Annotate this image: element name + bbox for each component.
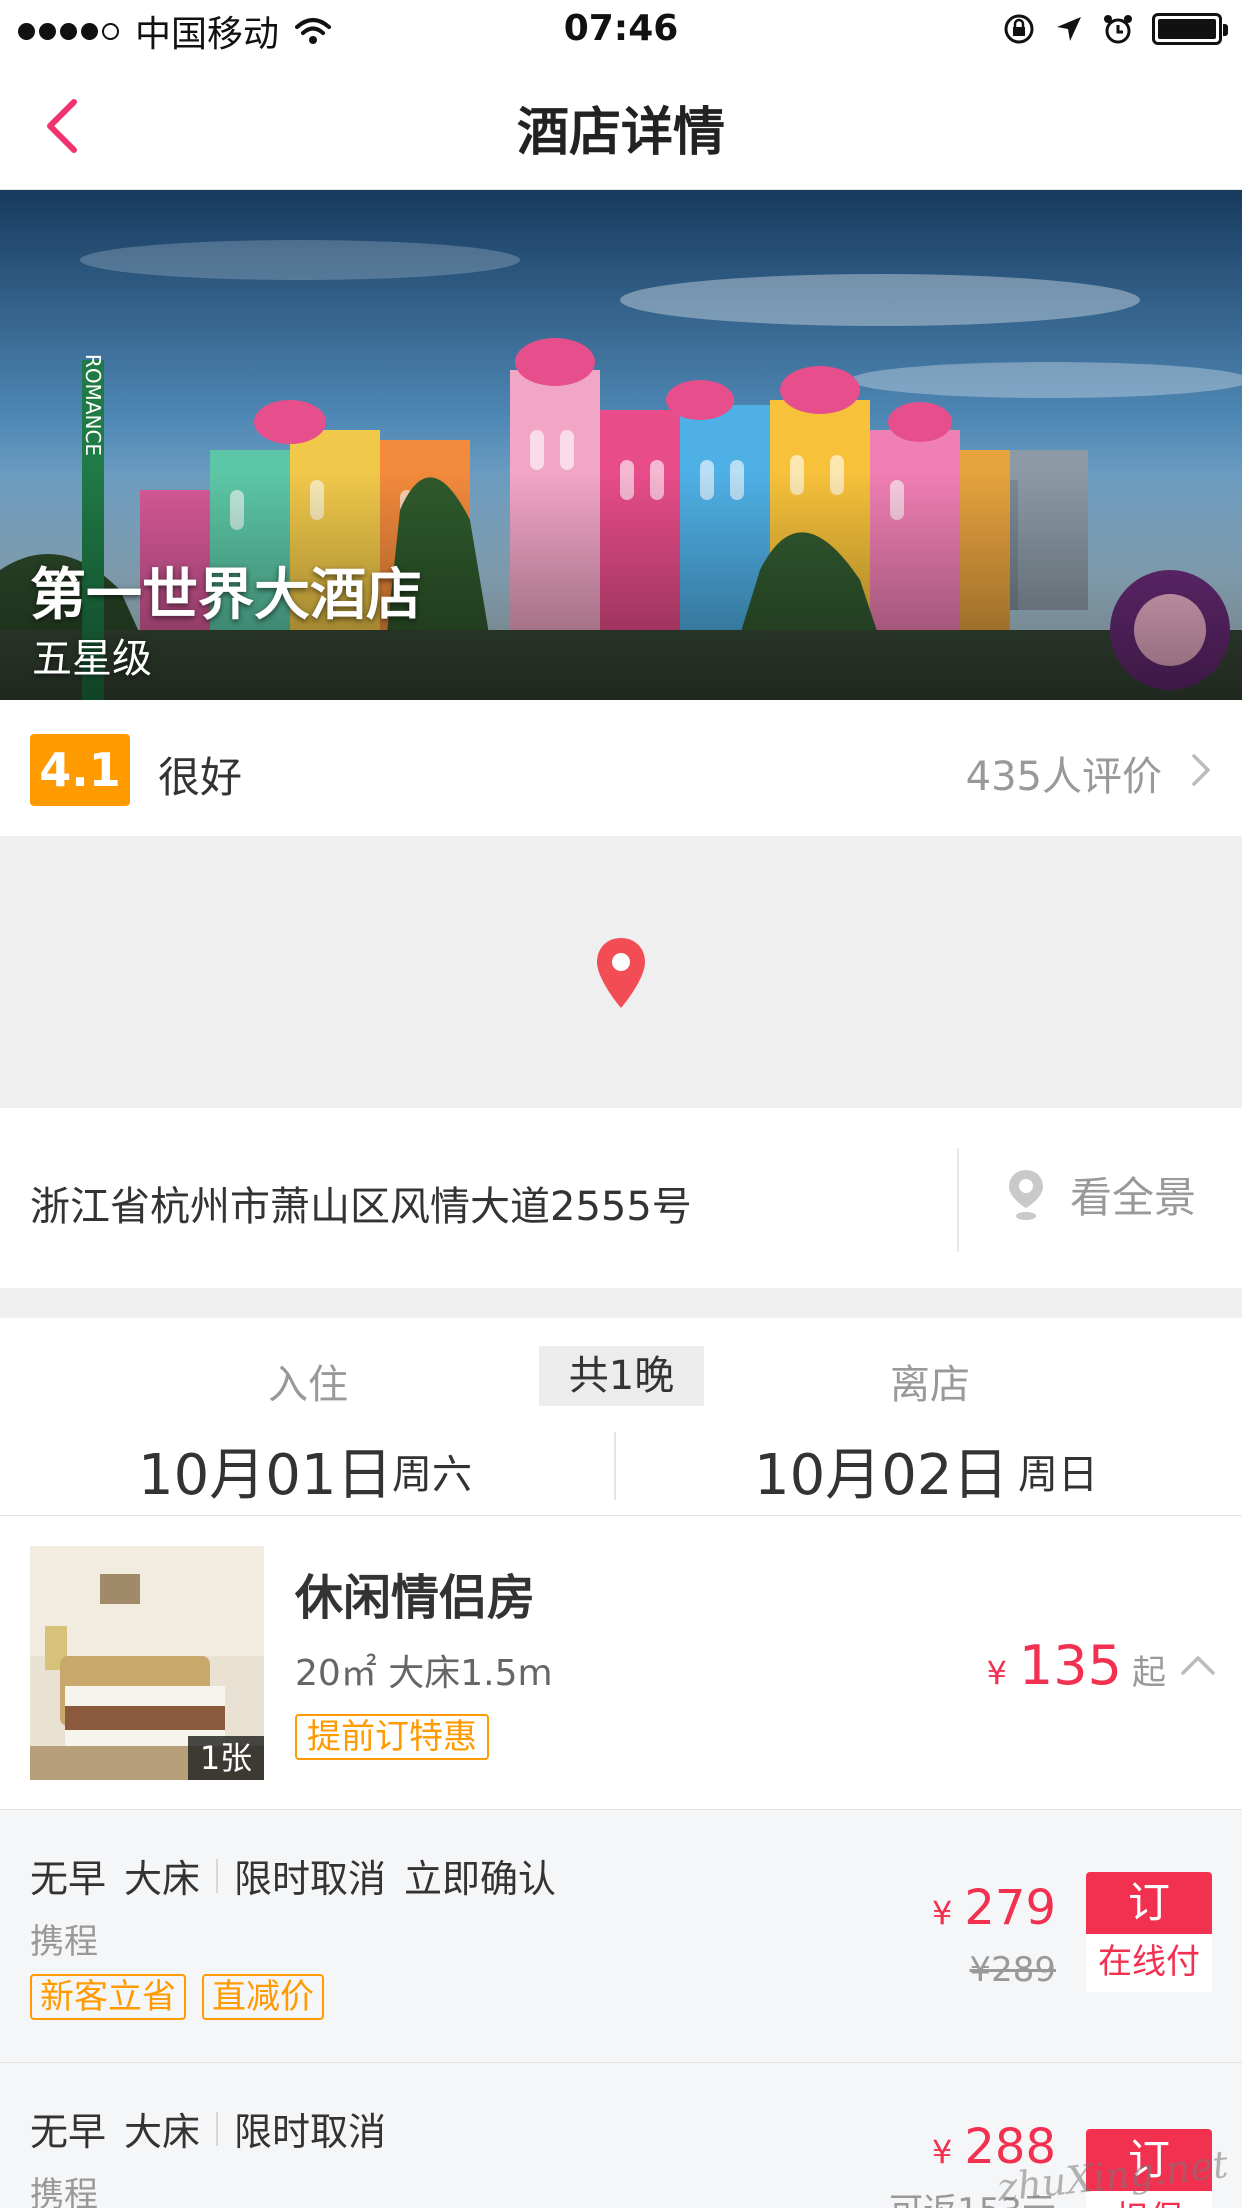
checkin-date[interactable]: 10月01日 bbox=[138, 1430, 393, 1511]
plan-bed: 大床 bbox=[124, 1857, 201, 1901]
plan-source: 携程 bbox=[30, 1922, 98, 1962]
status-bar: 中国移动 07:46 bbox=[0, 0, 1242, 62]
location-arrow-icon bbox=[1057, 17, 1081, 41]
checkin-label: 入住 bbox=[268, 1362, 348, 1408]
plan-title: 无早 大床 限时取消 立即确认 bbox=[30, 1848, 556, 1903]
book-label: 订 bbox=[1086, 1872, 1212, 1934]
plan-meal: 无早 bbox=[30, 2110, 107, 2154]
plan-confirm: 立即确认 bbox=[404, 1857, 557, 1901]
promo-tag: 直减价 bbox=[202, 1974, 324, 2020]
hotel-name: 第一世界大酒店 bbox=[30, 563, 422, 628]
panorama-label: 看全景 bbox=[1070, 1173, 1197, 1222]
alarm-icon bbox=[1104, 15, 1132, 44]
room-spec: 20㎡ 大床1.5m bbox=[295, 1653, 553, 1694]
plan-price-amount: 279 bbox=[964, 1880, 1056, 1936]
map-view[interactable] bbox=[0, 836, 1242, 1108]
hotel-photo-banner[interactable]: ROMANCE 第一世界大酒店 五星级 bbox=[0, 190, 1242, 700]
promo-tag: 提前订特惠 bbox=[295, 1714, 489, 1760]
nav-bar: 酒店详情 bbox=[0, 62, 1242, 190]
battery-icon bbox=[1152, 13, 1228, 45]
rating-label: 很好 bbox=[158, 753, 243, 802]
plan-tags: 新客立省 直减价 bbox=[30, 1974, 324, 2020]
checkout-date[interactable]: 10月02日 bbox=[754, 1430, 1009, 1511]
room-photo[interactable]: 1张 bbox=[30, 1546, 264, 1780]
review-count-link[interactable]: 435人评价 bbox=[966, 744, 1162, 802]
price-from-label: 起 bbox=[1132, 1653, 1166, 1693]
plan-meal: 无早 bbox=[30, 1857, 107, 1901]
plan-policy: 限时取消 bbox=[234, 1857, 387, 1901]
divider bbox=[216, 1858, 219, 1893]
original-price: ¥289 bbox=[969, 1950, 1056, 1990]
plan-price: ¥279 bbox=[932, 1880, 1056, 1936]
section-separator bbox=[0, 1288, 1242, 1318]
book-button[interactable]: 订 在线付 bbox=[1086, 1872, 1212, 1992]
photo-count: 1张 bbox=[188, 1736, 264, 1780]
rotation-lock-icon bbox=[1004, 14, 1034, 44]
hotel-star-rating: 五星级 bbox=[32, 636, 152, 682]
chevron-up-icon[interactable] bbox=[1180, 1654, 1216, 1676]
currency-symbol: ¥ bbox=[932, 2133, 953, 2171]
map-pin-icon bbox=[597, 938, 645, 1008]
plan-bed: 大床 bbox=[124, 2110, 201, 2154]
currency-symbol: ¥ bbox=[986, 1654, 1007, 1692]
panorama-button[interactable]: 看全景 bbox=[1006, 1164, 1196, 1225]
checkout-label: 离店 bbox=[890, 1362, 970, 1408]
address-row: 浙江省杭州市萧山区风情大道2555号 看全景 bbox=[0, 1108, 1242, 1288]
rate-plan-list: 无早 大床 限时取消 立即确认 携程 新客立省 直减价 ¥279 ¥289 订 … bbox=[0, 1810, 1242, 2208]
room-price-amount: 135 bbox=[1018, 1634, 1122, 1697]
date-divider bbox=[614, 1432, 616, 1500]
hotel-address: 浙江省杭州市萧山区风情大道2555号 bbox=[30, 1184, 692, 1230]
rating-row[interactable]: 4.1 很好 435人评价 bbox=[0, 700, 1242, 836]
page-title: 酒店详情 bbox=[516, 103, 725, 163]
room-name: 休闲情侣房 bbox=[295, 1570, 536, 1626]
rate-plan-item[interactable]: 无早 大床 限时取消 立即确认 携程 新客立省 直减价 ¥279 ¥289 订 … bbox=[0, 1810, 1242, 2062]
pay-type: 在线付 bbox=[1086, 1934, 1212, 1992]
status-icons bbox=[1002, 12, 1228, 46]
divider bbox=[216, 2111, 219, 2146]
stay-dates[interactable]: 入住 共1晚 离店 10月01日 周六 10月02日 周日 bbox=[0, 1318, 1242, 1516]
promo-tag: 新客立省 bbox=[30, 1974, 186, 2020]
currency-symbol: ¥ bbox=[932, 1894, 953, 1932]
rating-score-badge: 4.1 bbox=[30, 734, 130, 806]
checkout-weekday: 周日 bbox=[1018, 1452, 1098, 1498]
plan-source: 携程 bbox=[30, 2175, 98, 2208]
nights-badge: 共1晚 bbox=[539, 1346, 704, 1406]
plan-policy: 限时取消 bbox=[234, 2110, 387, 2154]
room-card[interactable]: 1张 休闲情侣房 20㎡ 大床1.5m 提前订特惠 ¥ 135 起 bbox=[0, 1516, 1242, 1810]
checkin-weekday: 周六 bbox=[392, 1452, 472, 1498]
room-price: ¥ 135 起 bbox=[987, 1634, 1166, 1697]
plan-title: 无早 大床 限时取消 bbox=[30, 2101, 386, 2156]
location-marker-icon bbox=[1009, 1169, 1043, 1220]
divider bbox=[957, 1148, 959, 1252]
chevron-right-icon bbox=[1192, 754, 1210, 786]
